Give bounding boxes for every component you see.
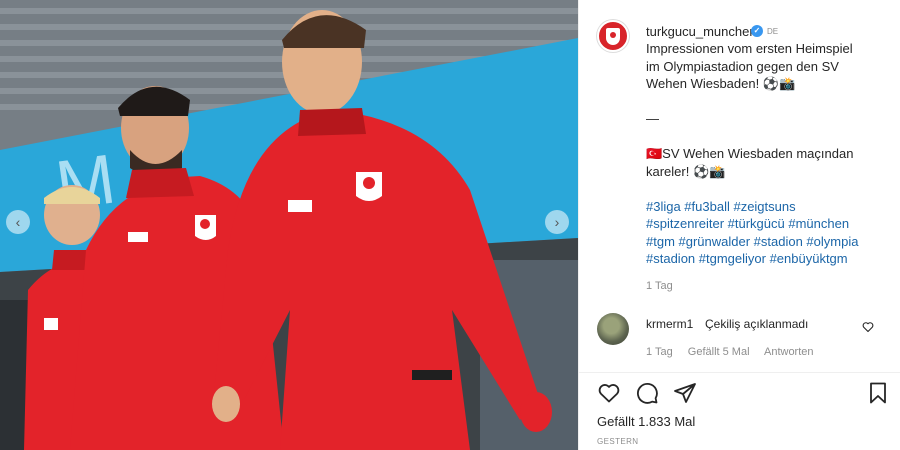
caption-line: im Olympiastadion gegen den SV [646, 58, 839, 74]
divider [579, 372, 900, 373]
comment-likes[interactable]: Gefällt 5 Mal [688, 346, 750, 358]
comment-like-button[interactable] [862, 320, 874, 333]
caption-line: Wehen Wiesbaden! ⚽📸 [646, 76, 796, 91]
share-icon [674, 383, 696, 403]
caption-line: kareler! ⚽📸 [646, 163, 726, 179]
like-button[interactable] [597, 381, 621, 405]
save-button[interactable] [866, 381, 890, 405]
commenter-avatar[interactable] [597, 313, 629, 345]
club-crest-icon [606, 28, 620, 45]
language-badge: DE [767, 27, 779, 36]
hashtag-link[interactable]: #spitzenreiter #türkgücü #münchen [646, 216, 849, 231]
carousel-prev-button[interactable]: ‹ [6, 210, 30, 234]
share-button[interactable] [673, 381, 697, 405]
post-side-panel: turkgucu_munchen ✓ DE Impressionen vom e… [578, 0, 900, 450]
post-likes-count[interactable]: Gefällt 1.833 Mal [597, 414, 695, 429]
caption-timestamp[interactable]: 1 Tag [646, 280, 673, 292]
hashtag-list: #3liga #fu3ball #zeigtsuns #spitzenreite… [646, 198, 891, 268]
photo-illustration: M n [0, 0, 578, 450]
post-caption: Impressionen vom ersten Heimspiel im Oly… [646, 40, 891, 268]
comment-text: Çekiliş açıklanmadı [705, 317, 809, 331]
account-username[interactable]: turkgucu_munchen [646, 24, 757, 39]
hashtag-link[interactable]: #3liga #fu3ball #zeigtsuns [646, 199, 796, 214]
heart-icon [598, 384, 620, 403]
post-date: GESTERN [597, 437, 639, 446]
account-avatar[interactable] [597, 20, 629, 52]
bookmark-icon [870, 382, 886, 404]
post-photo: M n ‹ › [0, 0, 578, 450]
verified-badge-icon: ✓ [751, 25, 763, 37]
comment-reply-button[interactable]: Antworten [764, 346, 814, 358]
caption-line: Impressionen vom ersten Heimspiel [646, 41, 853, 56]
comment-meta: 1 Tag Gefällt 5 Mal Antworten [646, 346, 826, 358]
heart-icon [862, 322, 874, 333]
comment-timestamp[interactable]: 1 Tag [646, 346, 673, 358]
caption-line: 🇹🇷SV Wehen Wiesbaden maçından [646, 146, 854, 161]
comment-button[interactable] [635, 381, 659, 405]
caption-separator: — [646, 111, 659, 126]
hashtag-link[interactable]: #tgm #grünwalder #stadion #olympia [646, 234, 858, 249]
carousel-next-button[interactable]: › [545, 210, 569, 234]
chevron-right-icon: › [554, 214, 560, 230]
commenter-username[interactable]: krmerm1 [646, 317, 693, 331]
chevron-left-icon: ‹ [15, 214, 21, 230]
hashtag-link[interactable]: #stadion #tgmgeliyor #enbüyüktgm [646, 251, 848, 266]
comment-icon [637, 383, 658, 404]
